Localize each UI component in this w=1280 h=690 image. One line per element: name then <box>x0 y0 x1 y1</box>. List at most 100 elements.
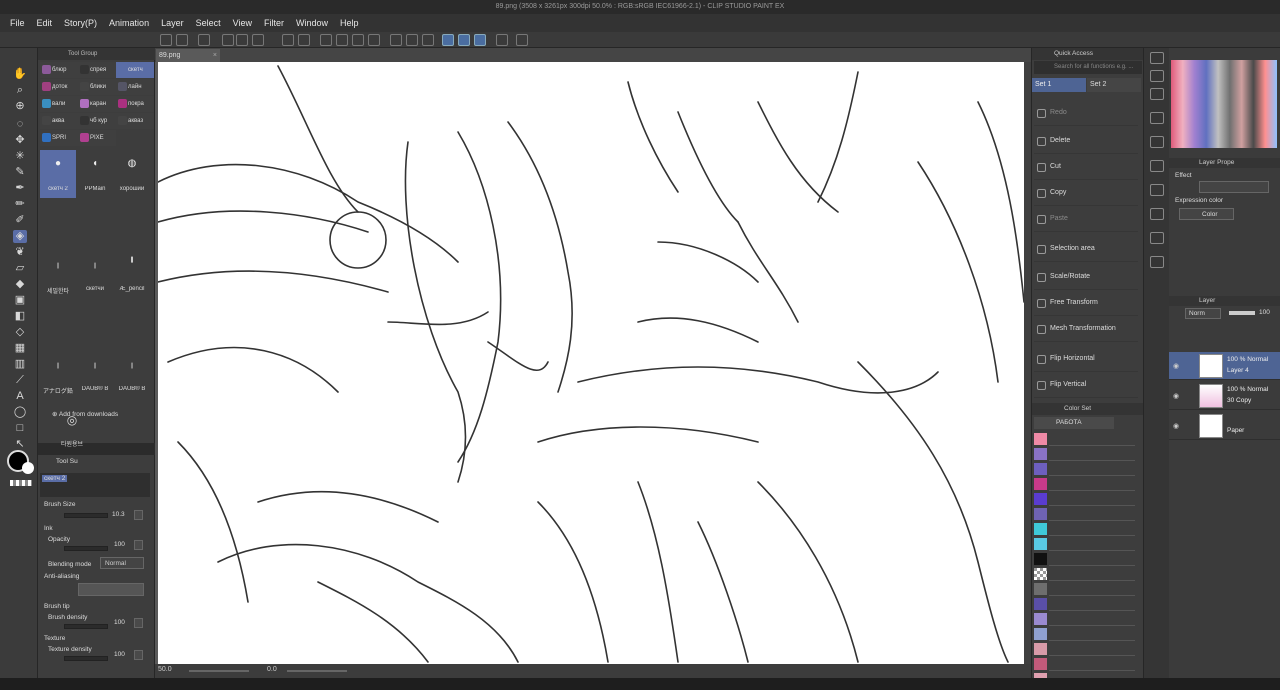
blend-icon[interactable]: ◆ <box>13 278 27 291</box>
brush-item[interactable] <box>40 300 76 348</box>
brush-item[interactable]: ◖ PPMain <box>77 150 113 198</box>
eye-icon[interactable]: ◉ <box>1173 392 1179 400</box>
open-icon[interactable] <box>176 34 188 46</box>
color-swatch[interactable] <box>1034 568 1047 580</box>
pen-icon[interactable]: ✒ <box>13 182 27 195</box>
rectangle-icon[interactable]: □ <box>13 422 27 435</box>
tool-group-6[interactable]: вали <box>40 96 78 112</box>
qa-item-mesh-transformation[interactable]: Mesh Transformation <box>1034 316 1138 342</box>
color-swatch[interactable] <box>1034 463 1047 475</box>
material3-icon[interactable] <box>1150 160 1164 172</box>
airbrush-icon[interactable]: ◈ <box>13 230 27 243</box>
transparent-color-icon[interactable] <box>10 480 32 486</box>
vertical-scrollbar[interactable] <box>1024 62 1031 664</box>
eye-icon[interactable]: ◉ <box>1173 422 1179 430</box>
color-swatch[interactable] <box>1034 433 1047 445</box>
tool-group-10[interactable]: чб кур <box>78 113 116 129</box>
tool-group-8[interactable]: покра <box>116 96 154 112</box>
brush-item[interactable] <box>114 200 150 248</box>
ruler-icon[interactable] <box>390 34 402 46</box>
qa-tab-set1[interactable]: Set 1 <box>1032 78 1086 92</box>
brush-item[interactable]: ● скетч 2 <box>40 150 76 198</box>
tool-group-5[interactable]: лайн <box>116 79 154 95</box>
brush-item[interactable] <box>40 200 76 248</box>
deselect-icon[interactable] <box>320 34 332 46</box>
transform-icon[interactable] <box>368 34 380 46</box>
tool-group-7[interactable]: каран <box>78 96 116 112</box>
qa-item-redo[interactable]: Redo <box>1034 100 1138 126</box>
erase-tool-icon[interactable]: ◇ <box>13 326 27 339</box>
menu-file[interactable]: File <box>10 18 25 28</box>
decoration-icon[interactable]: ❦ <box>13 246 27 259</box>
help-icon[interactable] <box>516 34 528 46</box>
color-swatch[interactable] <box>1034 613 1047 625</box>
clear-icon[interactable] <box>336 34 348 46</box>
new-icon[interactable] <box>160 34 172 46</box>
brush-item[interactable] <box>114 400 150 448</box>
tool-group-3[interactable]: доток <box>40 79 78 95</box>
qa-item-copy[interactable]: Copy <box>1034 180 1138 206</box>
angle-slider[interactable] <box>287 670 347 672</box>
color-swatch-grid[interactable] <box>1171 60 1277 148</box>
tool-group-4[interactable]: блики <box>78 79 116 95</box>
brush-size-value[interactable]: 10.3 <box>112 511 125 518</box>
info-icon[interactable] <box>1150 70 1164 82</box>
tool-group-0[interactable]: блюр <box>40 62 78 78</box>
brush-item[interactable]: ╹ Æ_pencil <box>114 250 150 298</box>
stabilizer2-icon[interactable] <box>458 34 470 46</box>
opacity-value[interactable]: 100 <box>114 541 125 548</box>
color-swatch[interactable] <box>1034 448 1047 460</box>
zoom-value[interactable]: 50.0 <box>158 666 172 673</box>
expression-select[interactable]: Color <box>1179 208 1234 220</box>
material-icon[interactable] <box>1150 112 1164 124</box>
print-icon[interactable] <box>236 34 248 46</box>
qa-item-flip-vertical[interactable]: Flip Vertical <box>1034 372 1138 398</box>
menu-layer[interactable]: Layer <box>161 18 184 28</box>
color-swatch[interactable] <box>1034 553 1047 565</box>
color-swatch[interactable] <box>1034 523 1047 535</box>
color-set-select[interactable]: РАБОТА <box>1034 417 1114 429</box>
brush-icon[interactable]: ✐ <box>13 214 27 227</box>
menu-edit[interactable]: Edit <box>37 18 53 28</box>
qa-item-scale-rotate[interactable]: Scale/Rotate <box>1034 264 1138 290</box>
qa-item-delete[interactable]: Delete <box>1034 128 1138 154</box>
brush-item[interactable]: ╷ DAUB® В <box>114 350 150 398</box>
redo-icon[interactable] <box>298 34 310 46</box>
zoom-icon[interactable]: ⌕ <box>13 84 27 97</box>
material2-icon[interactable] <box>1150 136 1164 148</box>
qa-item-paste[interactable]: Paste <box>1034 206 1138 232</box>
move-icon[interactable]: ✥ <box>13 134 27 147</box>
gradient-icon[interactable]: ◧ <box>13 310 27 323</box>
brush-size-slider[interactable] <box>64 513 108 518</box>
opacity-slider[interactable] <box>64 546 108 551</box>
layer-blend-select[interactable]: Norm <box>1185 308 1221 319</box>
menu-window[interactable]: Window <box>296 18 328 28</box>
text-icon[interactable]: A <box>13 390 27 403</box>
qa-tab-set2[interactable]: Set 2 <box>1087 78 1141 92</box>
material4-icon[interactable] <box>1150 184 1164 196</box>
qa-search-input[interactable]: Search for all functions e.g. ... <box>1034 61 1142 74</box>
tool-group-2[interactable]: скетч <box>116 62 154 78</box>
menu-help[interactable]: Help <box>340 18 359 28</box>
brush-item[interactable]: ◍ хороший <box>114 150 150 198</box>
color-swatch[interactable] <box>1034 538 1047 550</box>
color-swatch[interactable] <box>1034 508 1047 520</box>
ruler2-icon[interactable] <box>406 34 418 46</box>
frame-icon[interactable]: ▥ <box>13 358 27 371</box>
layer-row[interactable]: ◉ 100 % Normal 30 Copy <box>1169 382 1280 410</box>
tool-group-12[interactable]: SPRI <box>40 130 78 146</box>
tool-group-9[interactable]: аква <box>40 113 78 129</box>
brush-item[interactable] <box>77 200 113 248</box>
drawing-canvas[interactable] <box>157 62 1025 666</box>
fill-bucket-icon[interactable]: ▣ <box>13 294 27 307</box>
menu-filter[interactable]: Filter <box>264 18 284 28</box>
brush-item[interactable] <box>77 300 113 348</box>
save-icon[interactable] <box>198 34 210 46</box>
color-swatch[interactable] <box>1034 583 1047 595</box>
color-swatch[interactable] <box>1034 598 1047 610</box>
menu-select[interactable]: Select <box>196 18 221 28</box>
hand-icon[interactable]: ✋ <box>13 68 27 81</box>
doc-tab[interactable]: 89.png × <box>156 49 220 62</box>
layer-row[interactable]: ◉ 100 % Normal Layer 4 <box>1169 352 1280 380</box>
color-swatch[interactable] <box>1034 628 1047 640</box>
